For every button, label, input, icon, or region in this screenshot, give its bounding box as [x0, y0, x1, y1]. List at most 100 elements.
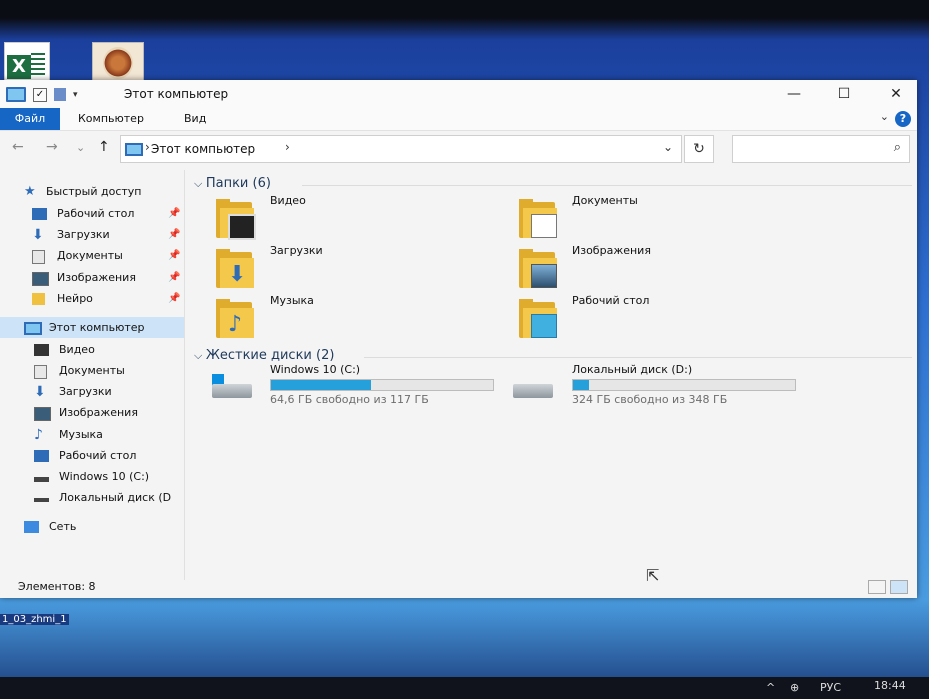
folders-group-header[interactable]: ⌵ Папки (6) [194, 176, 912, 191]
computer-icon [125, 143, 143, 156]
address-dropdown-icon[interactable]: ⌄ [663, 140, 673, 154]
recent-locations-button[interactable]: ⌄ [76, 141, 85, 154]
pane-divider[interactable] [184, 170, 185, 580]
pin-icon[interactable]: 📌 [168, 268, 180, 288]
drives-group-header[interactable]: ⌵ Жесткие диски (2) [194, 348, 912, 363]
document-icon [531, 214, 557, 238]
pin-icon[interactable]: 📌 [168, 246, 180, 266]
customize-toolbar-icon[interactable]: ▾ [73, 90, 78, 100]
folder-label[interactable]: Музыка [270, 294, 314, 307]
excel-x-icon: X [7, 55, 31, 79]
address-bar[interactable]: › Этот компьютер › ⌄ [120, 135, 682, 163]
chevron-down-icon: ⌵ [194, 349, 206, 362]
drive-d-label[interactable]: Локальный диск (D:) [572, 363, 692, 376]
image-thumbnail [103, 47, 133, 79]
network-icon [24, 521, 39, 533]
chevron-down-icon: ⌵ [194, 177, 206, 190]
pin-icon[interactable]: 📌 [168, 204, 180, 224]
up-button[interactable]: ↑ [98, 139, 110, 155]
content-pane: ⌵ Папки (6) Видео Документы ⬇ Загрузки И… [186, 170, 914, 585]
image-file-icon[interactable] [92, 42, 144, 84]
drive-icon [34, 477, 49, 482]
folder-desktop-icon[interactable] [519, 299, 559, 338]
folder-label[interactable]: Документы [572, 194, 638, 207]
pin-icon[interactable]: 📌 [168, 289, 180, 309]
folder-label[interactable]: Видео [270, 194, 306, 207]
download-icon: ⬇ [228, 262, 247, 287]
forward-button[interactable]: → [46, 139, 58, 155]
refresh-button[interactable]: ↻ [684, 135, 714, 163]
expand-ribbon-icon[interactable]: ⌄ [880, 110, 889, 123]
clock[interactable]: 18:44 [874, 679, 906, 692]
folder-documents-icon[interactable] [519, 199, 559, 238]
music-icon: ♪ [34, 427, 43, 443]
folder-label[interactable]: Загрузки [270, 244, 323, 257]
maximize-button[interactable]: ☐ [824, 83, 864, 105]
ribbon-tabs: Файл Компьютер Вид ⌄ ? [0, 108, 917, 130]
drive-c-usage-fill [271, 380, 371, 390]
divider [302, 185, 912, 186]
drive-d-usage-bar [572, 379, 796, 391]
local-drive-icon[interactable] [513, 374, 553, 398]
folder-video-icon[interactable] [216, 199, 256, 240]
drive-d-free-space: 324 ГБ свободно из 348 ГБ [572, 393, 728, 406]
film-icon [228, 214, 256, 240]
details-view-icon[interactable] [868, 580, 886, 594]
folder-label[interactable]: Изображения [572, 244, 651, 257]
drive-d-usage-fill [573, 380, 589, 390]
desktop-icon [32, 208, 47, 220]
pin-icon[interactable]: 📌 [168, 225, 180, 245]
folder-icon [32, 293, 45, 305]
chevron-up-icon[interactable]: ^ [766, 681, 775, 694]
computer-icon [24, 322, 42, 335]
tab-file[interactable]: Файл [0, 108, 60, 130]
globe-icon[interactable]: ⊕ [790, 681, 799, 694]
folder-pictures-icon[interactable] [519, 249, 559, 288]
search-input[interactable]: ⌕ [732, 135, 910, 163]
folder-downloads-icon[interactable]: ⬇ [216, 249, 256, 288]
computer-icon [6, 87, 26, 102]
download-icon: ⬇ [34, 384, 46, 400]
excel-grid-icon [31, 53, 45, 75]
divider [364, 357, 912, 358]
document-icon [34, 365, 47, 379]
search-icon: ⌕ [893, 140, 901, 155]
help-icon[interactable]: ? [895, 111, 911, 127]
breadcrumb-this-pc[interactable]: Этот компьютер [151, 142, 255, 156]
desktop-icon [34, 450, 49, 462]
back-button[interactable]: ← [12, 139, 24, 155]
title-bar: ✓ ▾ Этот компьютер — ☐ ✕ [0, 80, 917, 108]
drive-icon [34, 498, 49, 502]
document-icon [32, 250, 45, 264]
tab-computer[interactable]: Компьютер [78, 108, 144, 130]
status-bar: Элементов: 8 [0, 576, 917, 598]
video-icon [34, 344, 49, 356]
excel-file-icon[interactable]: X [4, 42, 50, 84]
quick-access-toolbar: ✓ ▾ [6, 87, 78, 102]
drive-c-free-space: 64,6 ГБ свободно из 117 ГБ [270, 393, 429, 406]
landscape-icon [531, 264, 557, 288]
windows-drive-icon[interactable] [212, 374, 252, 398]
properties-icon[interactable]: ✓ [33, 87, 47, 102]
music-icon: ♪ [228, 312, 243, 337]
pictures-icon [34, 407, 51, 421]
drive-c-usage-bar [270, 379, 494, 391]
breadcrumb-separator[interactable]: › [285, 140, 290, 154]
folder-label[interactable]: Рабочий стол [572, 294, 649, 307]
desktop-icon [531, 314, 557, 338]
language-indicator[interactable]: РУС [820, 681, 841, 694]
taskbar: ^ ⊕ РУС 18:44 [0, 677, 929, 699]
tab-view[interactable]: Вид [184, 108, 206, 130]
folder-music-icon[interactable]: ♪ [216, 299, 256, 338]
large-icons-view-icon[interactable] [890, 580, 908, 594]
drive-c-label[interactable]: Windows 10 (C:) [270, 363, 360, 376]
close-button[interactable]: ✕ [876, 83, 916, 105]
desktop-file-label[interactable]: 1_03_zhmi_1 [0, 614, 69, 625]
breadcrumb-separator[interactable]: › [145, 140, 150, 154]
minimize-button[interactable]: — [774, 83, 814, 105]
pictures-icon [32, 272, 49, 286]
navigation-pane: ★ Быстрый доступ Рабочий стол 📌 ⬇ Загруз… [0, 170, 184, 570]
star-icon: ★ [24, 184, 36, 199]
download-icon: ⬇ [32, 227, 44, 243]
new-folder-icon[interactable] [54, 88, 66, 101]
